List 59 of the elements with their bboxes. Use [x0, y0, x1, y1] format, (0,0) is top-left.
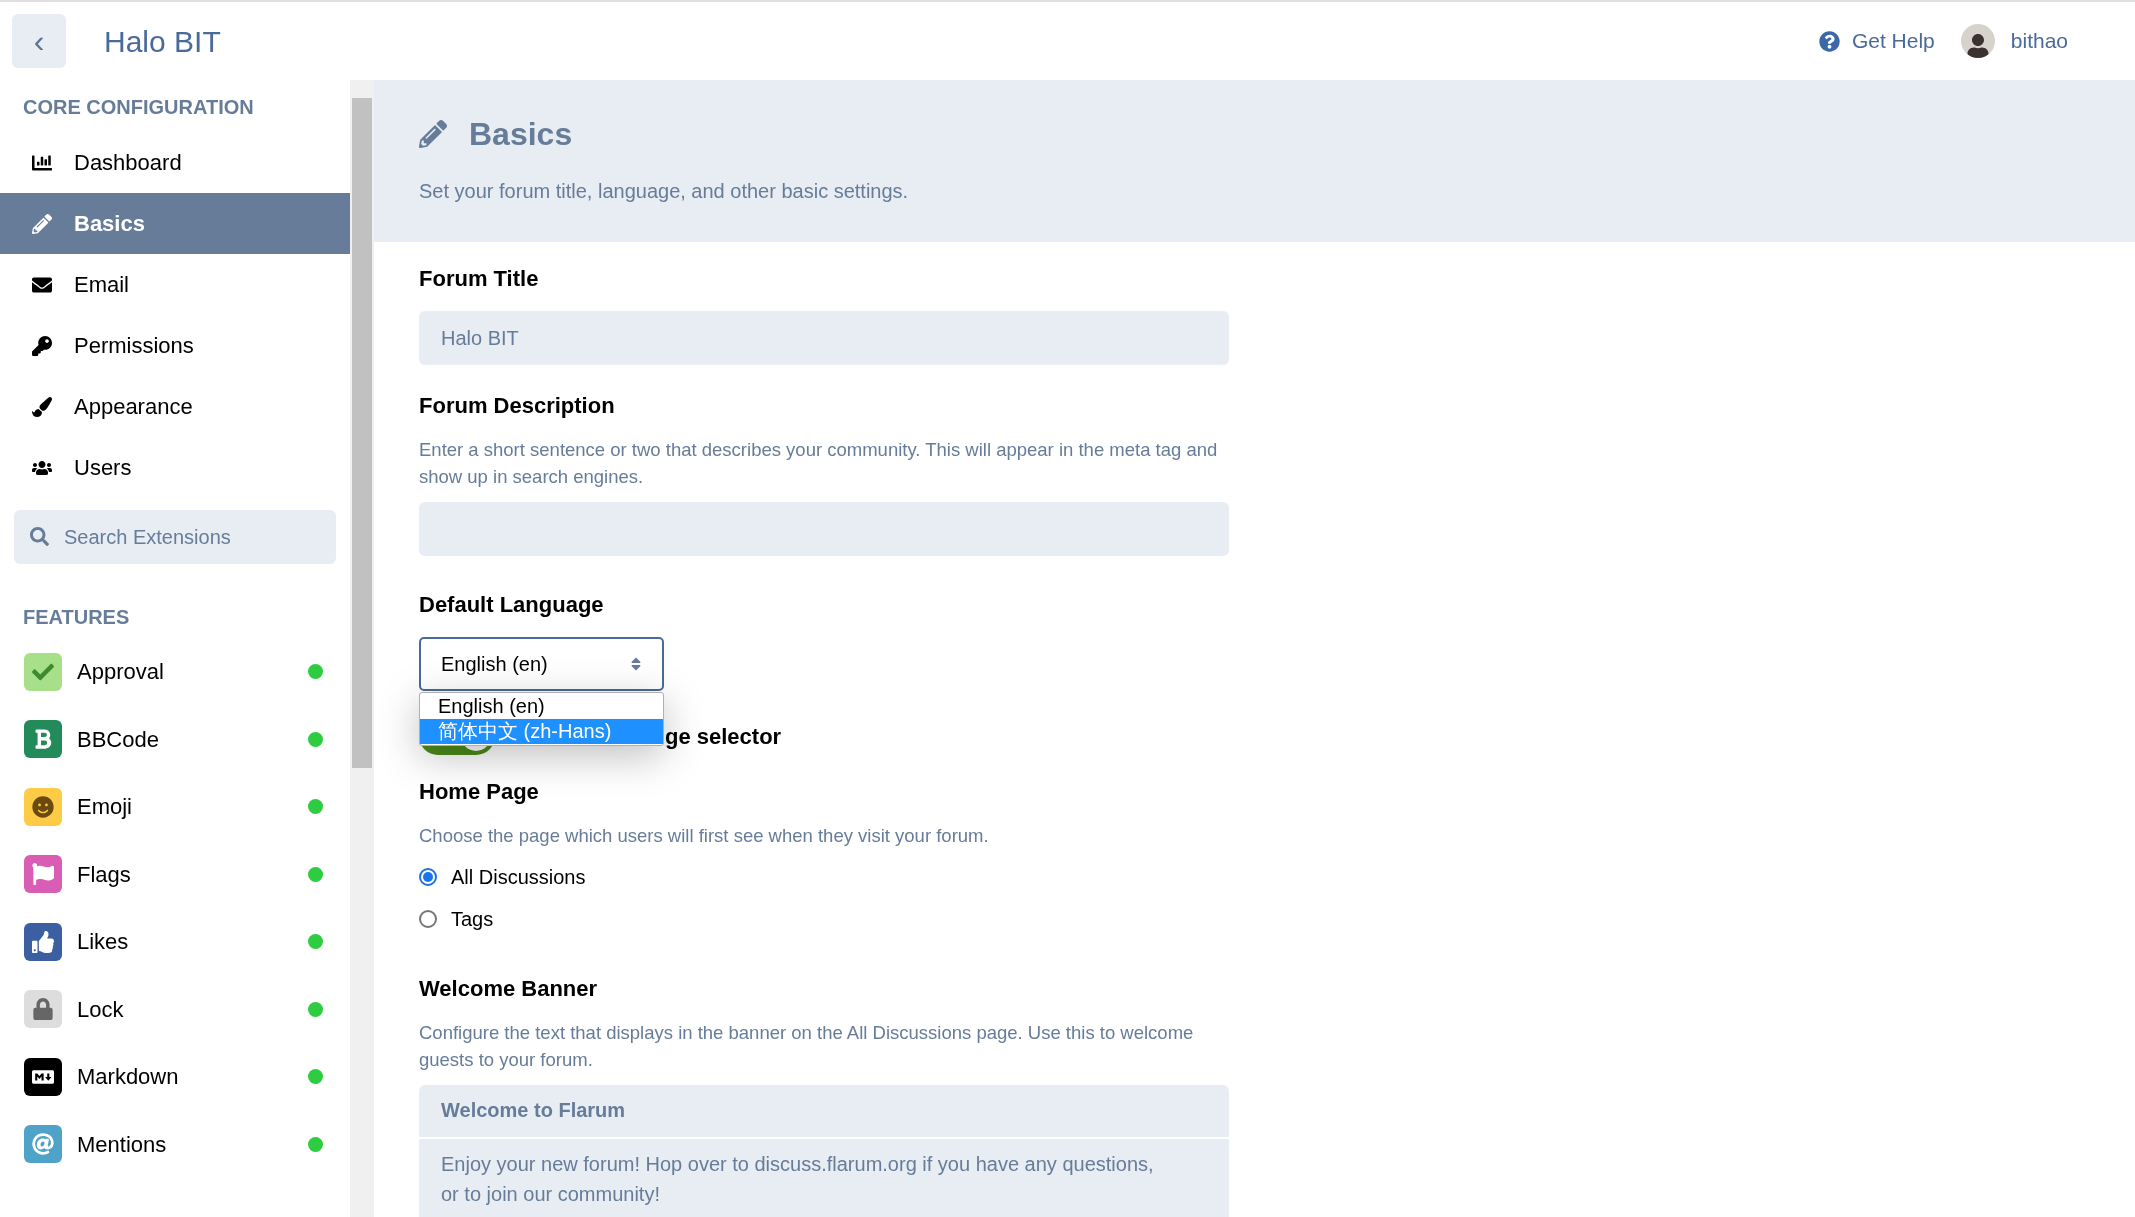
- dropdown-option[interactable]: English (en): [420, 694, 663, 719]
- extension-link[interactable]: Likes: [77, 925, 129, 959]
- search-icon: [30, 527, 49, 546]
- sort-caret-icon: [630, 656, 642, 672]
- back-button[interactable]: ‹: [12, 14, 66, 68]
- section-heading: FEATURES: [23, 605, 131, 630]
- input-field[interactable]: Welcome to Flarum: [419, 1084, 1229, 1137]
- key-icon: [32, 335, 52, 356]
- extension-link[interactable]: Approval: [77, 655, 164, 689]
- pencil-icon: [32, 213, 52, 234]
- extension-link[interactable]: Lock: [77, 992, 124, 1026]
- section-heading: CORE CONFIGURATION: [23, 95, 255, 120]
- radio-button[interactable]: [419, 909, 437, 928]
- thumbs-up-icon: [24, 922, 62, 961]
- pencil-icon: [419, 120, 447, 148]
- extension-link[interactable]: Emoji: [77, 790, 132, 824]
- user-menu[interactable]: bithao: [1960, 24, 2068, 58]
- nav-item[interactable]: Dashboard: [0, 132, 350, 193]
- forum-title: Halo BIT: [104, 23, 221, 60]
- field-label: Forum Description: [419, 392, 616, 420]
- get-help-link[interactable]: Get Help: [1818, 25, 1935, 57]
- help-icon: [1818, 30, 1840, 52]
- page-subtitle: Set your forum title, language, and other basic settings.: [419, 179, 910, 204]
- markdown-icon: [24, 1057, 62, 1096]
- bold-b-icon: [24, 720, 62, 759]
- language-select[interactable]: English (en): [419, 637, 664, 691]
- help-text: Configure the text that displays in the banner on the All Discussions page. Use this to welcome guests to your forum.: [419, 1020, 1195, 1072]
- lock-icon: [24, 990, 62, 1029]
- scrollbar[interactable]: [350, 80, 374, 1217]
- nav-item[interactable]: Users: [0, 437, 350, 498]
- extension-link[interactable]: Mentions: [77, 1127, 167, 1161]
- help-text: Enter a short sentence or two that describes your community. This will appear in the meta tag and show up in search engines.: [419, 438, 1219, 489]
- search-field[interactable]: Search Extensions: [14, 510, 336, 564]
- input-field[interactable]: Halo BIT: [419, 311, 1229, 365]
- field-label: Default Language: [419, 591, 605, 619]
- help-text: Choose the page which users will first see when they visit your forum.: [419, 824, 990, 848]
- extension-link[interactable]: Flags: [77, 857, 131, 891]
- nav-item[interactable]: Basics: [0, 193, 350, 254]
- radio-label: Tags: [451, 906, 494, 932]
- extension-link[interactable]: Markdown: [77, 1060, 179, 1094]
- check-icon: [24, 652, 62, 691]
- paintbrush-icon: [32, 396, 52, 417]
- scrollbar-thumb[interactable]: [352, 98, 372, 768]
- flag-icon: [24, 855, 62, 894]
- field-label: Home Page: [419, 778, 540, 806]
- nav-item[interactable]: Permissions: [0, 315, 350, 376]
- radio-label: All Discussions: [451, 864, 586, 890]
- field-label: Welcome Banner: [419, 974, 599, 1003]
- nav-item[interactable]: Email: [0, 254, 350, 315]
- radio-button[interactable]: [419, 867, 437, 886]
- at-sign-icon: [24, 1125, 62, 1164]
- avatar: [1960, 24, 1995, 58]
- nav-item[interactable]: Appearance: [0, 376, 350, 437]
- textarea-field[interactable]: Enjoy your new forum! Hop over to discuss.flarum.org if you have any questions, or to join our community!: [419, 1138, 1229, 1217]
- smiley-icon: [24, 787, 62, 826]
- toggle-label: ge selector: [665, 722, 782, 751]
- page-title: Basics: [469, 115, 573, 154]
- extension-link[interactable]: BBCode: [77, 722, 159, 756]
- field-label: Forum Title: [419, 265, 540, 293]
